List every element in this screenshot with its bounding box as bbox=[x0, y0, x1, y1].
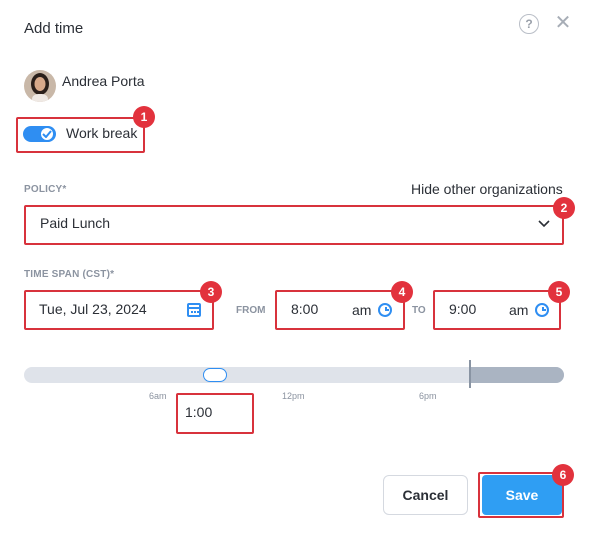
policy-value: Paid Lunch bbox=[40, 215, 111, 231]
annotation-badge-6: 6 bbox=[552, 464, 574, 486]
timeline-handle[interactable] bbox=[203, 368, 227, 382]
save-button[interactable]: Save bbox=[482, 475, 562, 515]
calendar-icon[interactable] bbox=[187, 303, 201, 317]
from-ampm: am bbox=[352, 302, 372, 318]
annotation-badge-2: 2 bbox=[553, 197, 575, 219]
annotation-badge-4: 4 bbox=[391, 281, 413, 303]
tick-label: 12pm bbox=[282, 391, 305, 401]
work-break-label: Work break bbox=[66, 125, 138, 141]
to-time-value: 9:00 bbox=[449, 301, 477, 317]
dialog-title: Add time bbox=[24, 20, 84, 37]
policy-label: POLICY* bbox=[24, 184, 67, 195]
duration-value: 1:00 bbox=[185, 404, 213, 420]
annotation-badge-5: 5 bbox=[548, 281, 570, 303]
to-ampm: am bbox=[509, 302, 529, 318]
timeline-now-marker bbox=[469, 360, 471, 388]
timeline-future-segment bbox=[470, 367, 564, 383]
tick-label: 6am bbox=[149, 391, 167, 401]
clock-icon[interactable] bbox=[535, 303, 549, 317]
annotation-badge-3: 3 bbox=[200, 281, 222, 303]
close-icon[interactable]: ✕ bbox=[553, 12, 573, 34]
date-value: Tue, Jul 23, 2024 bbox=[39, 301, 147, 317]
hide-other-organizations-link[interactable]: Hide other organizations bbox=[411, 181, 563, 197]
help-icon[interactable]: ? bbox=[519, 14, 539, 34]
clock-icon[interactable] bbox=[378, 303, 392, 317]
from-label: FROM bbox=[236, 305, 266, 316]
from-time-value: 8:00 bbox=[291, 301, 319, 317]
tick-label: 6pm bbox=[419, 391, 437, 401]
user-name: Andrea Porta bbox=[62, 73, 145, 89]
toggle-check-icon[interactable] bbox=[39, 126, 55, 142]
to-label: TO bbox=[412, 305, 426, 316]
avatar bbox=[24, 70, 56, 102]
chevron-down-icon bbox=[538, 216, 550, 231]
annotation-badge-1: 1 bbox=[133, 106, 155, 128]
cancel-button[interactable]: Cancel bbox=[383, 475, 468, 515]
time-span-label: TIME SPAN (CST)* bbox=[24, 269, 115, 280]
